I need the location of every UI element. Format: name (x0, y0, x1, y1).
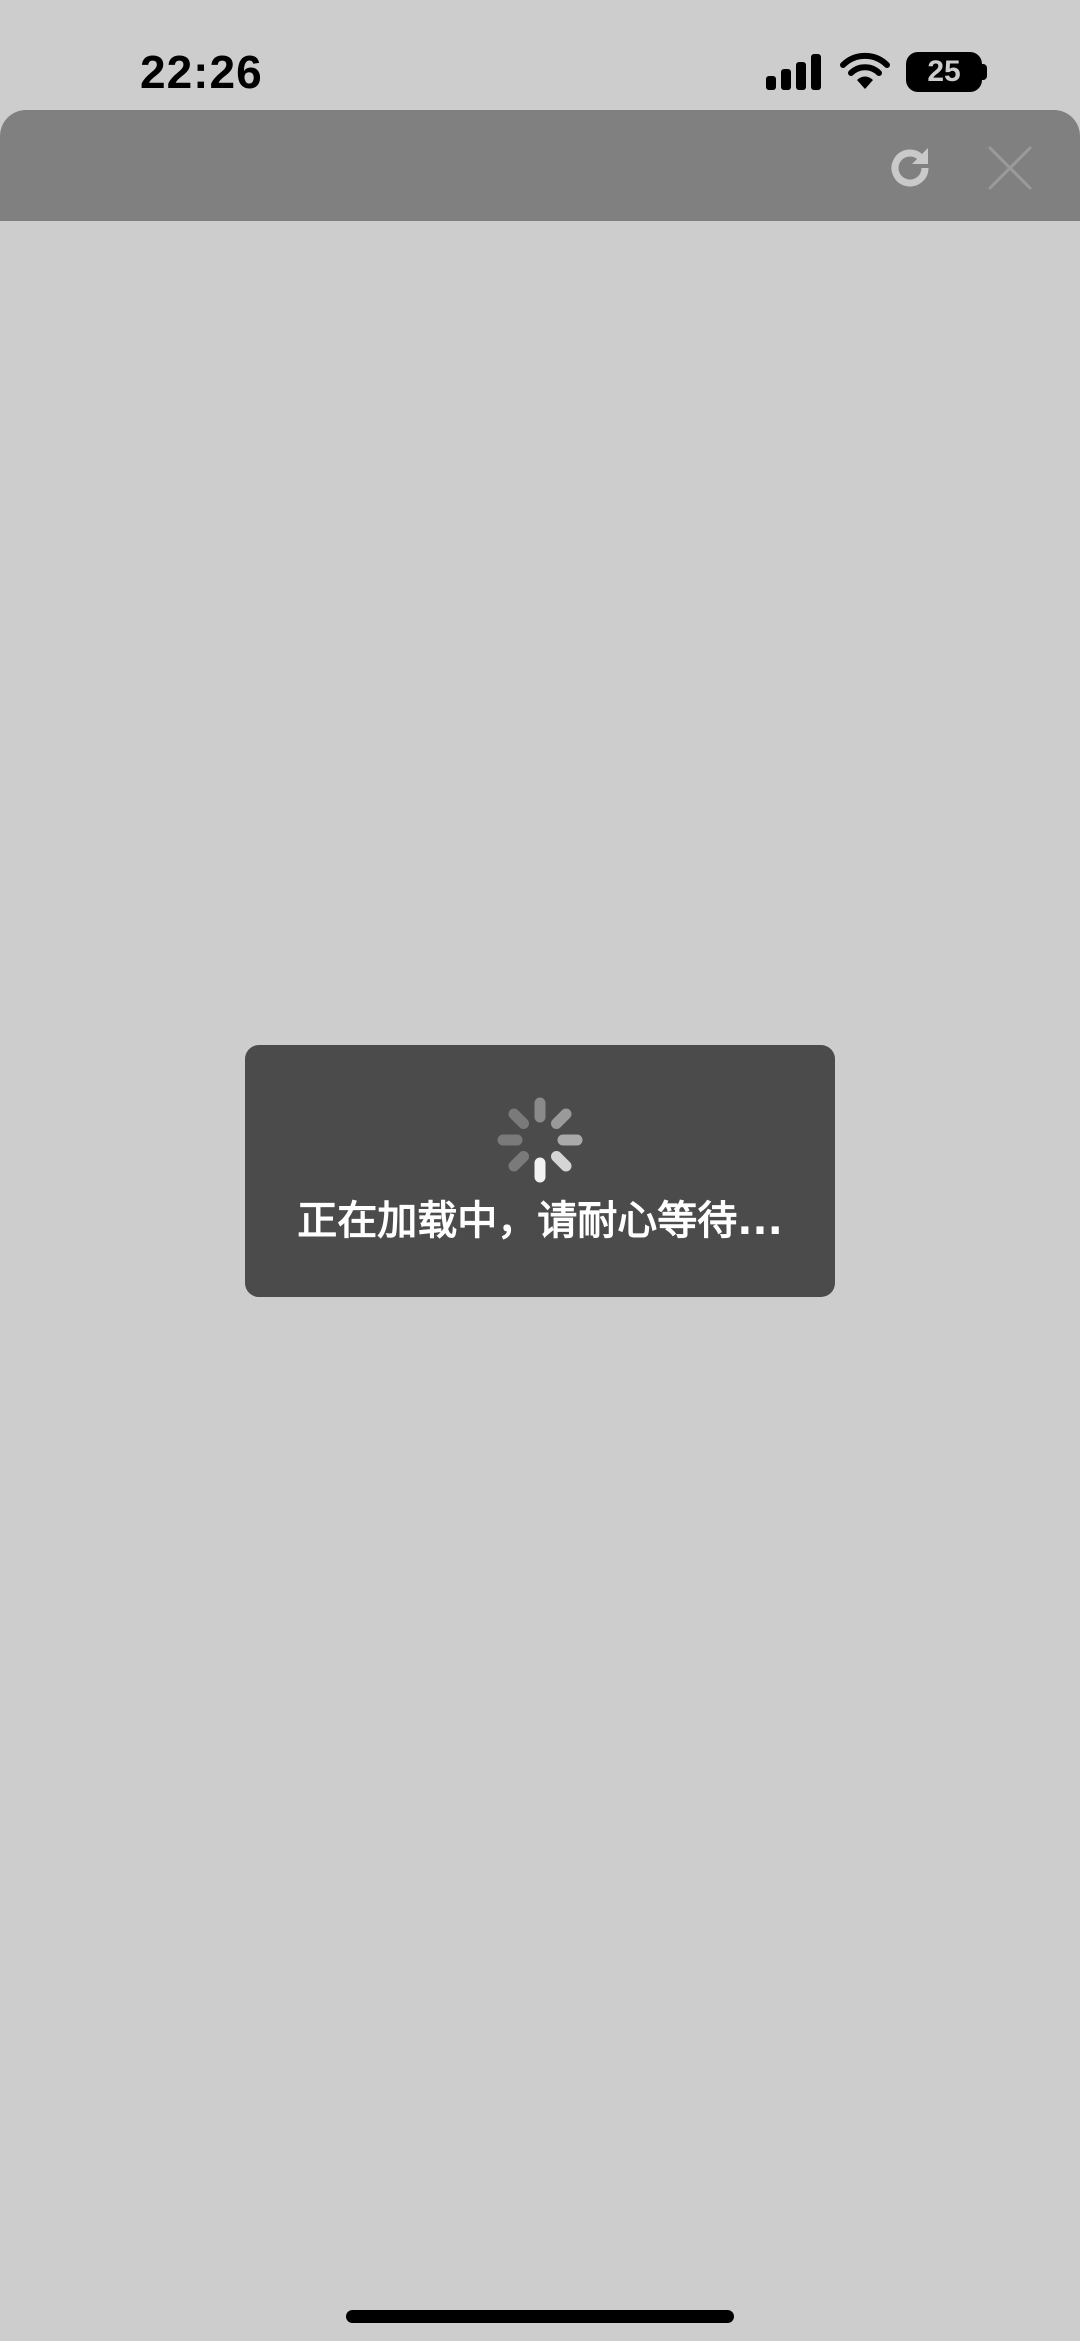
spinner-icon (497, 1097, 583, 1183)
battery-nub (982, 64, 987, 80)
close-icon[interactable] (986, 144, 1034, 192)
home-indicator[interactable] (346, 2310, 734, 2323)
loading-toast: 正在加载中，请耐心等待... (245, 1045, 835, 1297)
status-time: 22:26 (140, 46, 263, 98)
webview-header (0, 110, 1080, 221)
signal-icon (766, 54, 821, 90)
refresh-icon[interactable] (884, 142, 936, 194)
battery-icon: 25 (906, 52, 982, 92)
battery-level: 25 (927, 55, 961, 88)
status-bar: 22:26 25 (0, 0, 1080, 110)
wifi-icon (840, 52, 890, 89)
loading-message: 正在加载中，请耐心等待... (297, 1198, 783, 1244)
